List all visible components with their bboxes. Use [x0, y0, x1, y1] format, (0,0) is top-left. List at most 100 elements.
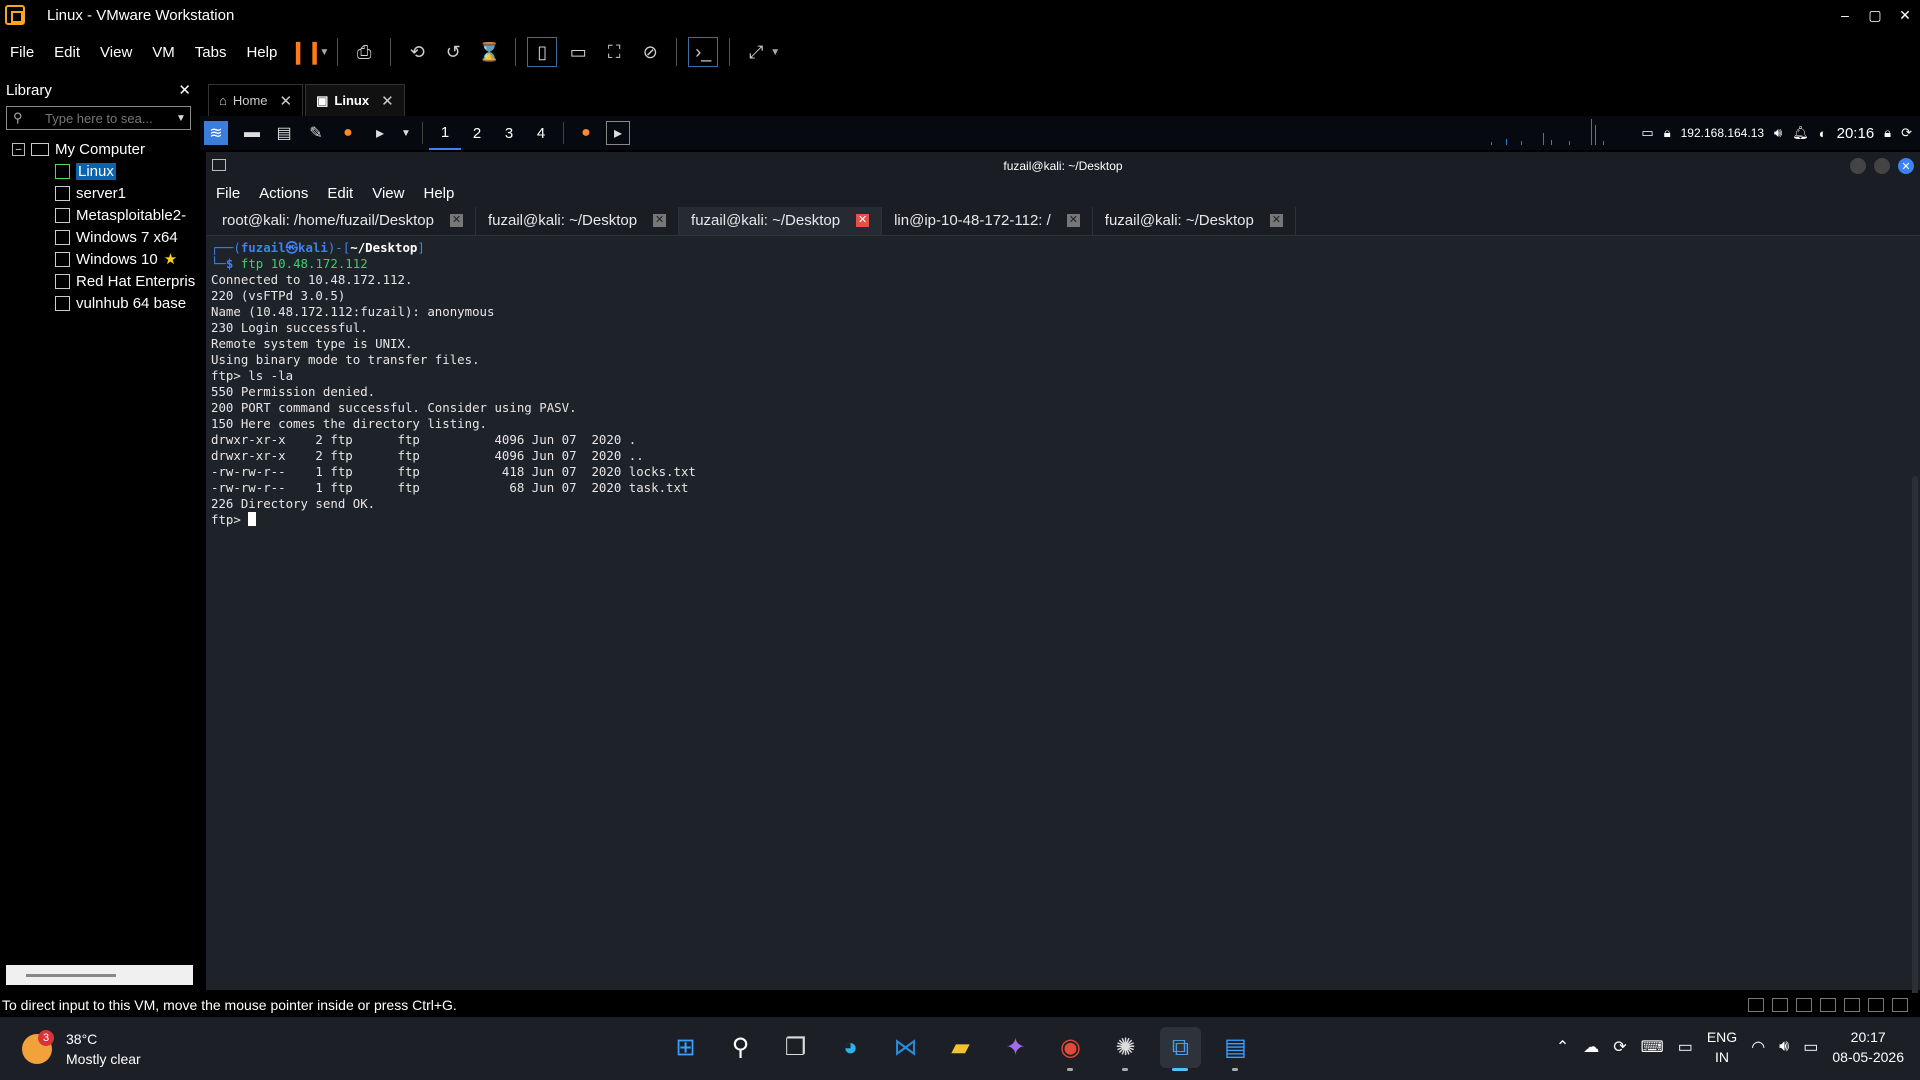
pause-dropdown-icon[interactable]: ▼ [319, 47, 329, 58]
tree-vm-server1[interactable]: server1 [12, 182, 197, 204]
close-tab-icon[interactable]: ✕ [653, 214, 667, 227]
close-tab-icon[interactable]: ✕ [856, 214, 870, 227]
printer-icon[interactable] [1868, 998, 1884, 1012]
menu-view[interactable]: View [372, 185, 404, 202]
menu-vm[interactable]: VM [142, 44, 185, 61]
close-tab-icon[interactable]: ✕ [381, 92, 394, 110]
menu-help[interactable]: Help [423, 185, 454, 202]
workspace-2[interactable]: 2 [461, 116, 493, 150]
text-editor-icon[interactable]: ✎ [304, 121, 328, 145]
kali-menu-icon[interactable]: ≋ [204, 121, 228, 145]
volume-icon[interactable]: 🔊︎ [1779, 1038, 1789, 1056]
send-ctrl-alt-del-icon[interactable]: ⎙ [349, 37, 379, 67]
snapshot-icon[interactable]: ⟲ [402, 37, 432, 67]
sound-card-icon[interactable] [1844, 998, 1860, 1012]
chevron-up-icon[interactable]: ⌃ [1556, 1037, 1569, 1057]
chevron-down-icon[interactable]: ▼ [400, 121, 412, 145]
menu-tabs[interactable]: Tabs [185, 44, 237, 61]
logout-icon[interactable]: ⟳ [1901, 125, 1912, 141]
network-adapter-icon[interactable] [1796, 998, 1812, 1012]
terminal-tab-remote[interactable]: lin@ip-10-48-172-112: / ✕ [882, 206, 1093, 235]
show-desktop-icon[interactable]: ▬ [240, 121, 264, 145]
show-library-icon[interactable]: ▯ [527, 37, 558, 67]
keyboard-icon[interactable]: ⌨ [1641, 1037, 1664, 1057]
maximize-button[interactable] [1874, 158, 1890, 174]
terminal-output[interactable]: ┌──(fuzail㉿kali)-[~/Desktop] └─$ ftp 10.… [206, 236, 1920, 1036]
full-screen-icon[interactable]: ⛶ [599, 37, 629, 67]
terminal-tab-root[interactable]: root@kali: /home/fuzail/Desktop ✕ [210, 206, 476, 235]
menu-actions[interactable]: Actions [259, 185, 308, 202]
firefox-icon[interactable]: ● [336, 121, 360, 145]
copilot-icon[interactable]: ✦ [995, 1027, 1036, 1068]
vmware-workstation-icon[interactable]: ⧉ [1160, 1027, 1201, 1071]
search-icon[interactable]: ⚲ [720, 1027, 761, 1068]
terminal-tab-5[interactable]: fuzail@kali: ~/Desktop ✕ [1093, 206, 1296, 235]
wifi-icon[interactable]: ◠ [1751, 1037, 1765, 1057]
lock-screen-icon[interactable]: 🔒︎ [1884, 125, 1891, 141]
workspace-3[interactable]: 3 [493, 116, 525, 150]
terminal-scrollbar[interactable] [1912, 476, 1918, 1036]
tree-vm-redhat[interactable]: Red Hat Enterpris [12, 270, 197, 292]
stretch-dropdown-icon[interactable]: ▼ [770, 47, 780, 58]
unity-icon[interactable]: ⊘ [635, 37, 665, 67]
terminal-tab-2[interactable]: fuzail@kali: ~/Desktop ✕ [476, 206, 680, 235]
revert-snapshot-icon[interactable]: ↺ [438, 37, 468, 67]
close-tab-icon[interactable]: ✕ [280, 92, 293, 110]
minimize-button[interactable]: – [1830, 0, 1860, 30]
cd-dvd-icon[interactable] [1772, 998, 1788, 1012]
firefox-window-icon[interactable]: ● [574, 121, 598, 145]
menu-view[interactable]: View [90, 44, 142, 61]
start-icon[interactable]: ⊞ [665, 1027, 706, 1068]
tree-vm-vulnhub[interactable]: vulnhub 64 base [12, 292, 197, 314]
workspace-4[interactable]: 4 [525, 116, 557, 150]
file-explorer-icon[interactable]: ▰ [940, 1027, 981, 1068]
close-tab-icon[interactable]: ✕ [1269, 214, 1283, 227]
notification-icon[interactable]: 🔔︎ [1792, 125, 1809, 141]
terminal-window-icon[interactable]: ▸ [606, 121, 630, 145]
clock[interactable]: 20:17 08-05-2026 [1832, 1027, 1904, 1067]
onedrive-icon[interactable]: ☁ [1583, 1037, 1599, 1057]
language-indicator[interactable]: ENG IN [1707, 1027, 1737, 1067]
menu-file[interactable]: File [216, 185, 240, 202]
terminal-tab-active[interactable]: fuzail@kali: ~/Desktop ✕ [679, 206, 883, 235]
task-view-icon[interactable]: ❐ [775, 1027, 816, 1068]
tree-vm-linux[interactable]: Linux [12, 160, 197, 182]
tree-vm-windows10[interactable]: Windows 10 ★ [12, 248, 197, 270]
file-manager-icon[interactable]: ▤ [272, 121, 296, 145]
hard-disk-icon[interactable] [1748, 998, 1764, 1012]
close-tab-icon[interactable]: ✕ [1066, 214, 1080, 227]
menu-help[interactable]: Help [236, 44, 287, 61]
maximize-button[interactable]: ▢ [1860, 0, 1890, 30]
console-view-icon[interactable]: ›_ [688, 37, 719, 67]
close-button[interactable]: ✕ [1898, 158, 1914, 174]
stretch-guest-icon[interactable]: ⤢ [741, 37, 771, 67]
panel-clock[interactable]: 20:16 [1837, 125, 1875, 142]
usb-icon[interactable] [1820, 998, 1836, 1012]
snapshot-manager-icon[interactable]: ⌛ [474, 37, 504, 67]
close-tab-icon[interactable]: ✕ [450, 214, 463, 227]
menu-edit[interactable]: Edit [44, 44, 90, 61]
tab-linux[interactable]: ▣ Linux ✕ [305, 84, 405, 116]
thumbnail-bar-icon[interactable]: ▭ [563, 37, 593, 67]
chrome-icon[interactable]: ◉ [1050, 1027, 1091, 1071]
vscode-icon[interactable]: ⋈ [885, 1027, 926, 1068]
display-icon[interactable] [1892, 998, 1908, 1012]
terminal-icon[interactable]: ▸ [368, 121, 392, 145]
chatgpt-icon[interactable]: ✺ [1105, 1027, 1146, 1071]
battery-icon[interactable]: ▭ [1803, 1037, 1818, 1057]
tree-vm-metasploitable2[interactable]: Metasploitable2- [12, 204, 197, 226]
menu-edit[interactable]: Edit [327, 185, 353, 202]
collapse-icon[interactable]: – [12, 142, 25, 156]
input-indicator-icon[interactable]: ▭ [1678, 1037, 1693, 1057]
display-icon[interactable]: ▭ [1641, 125, 1653, 141]
library-close-icon[interactable]: ✕ [178, 81, 191, 99]
tree-my-computer[interactable]: – My Computer [12, 138, 197, 160]
edge-icon[interactable]: ◕ [830, 1027, 871, 1068]
volume-icon[interactable]: 🔊︎ [1774, 125, 1782, 141]
tree-vm-windows7[interactable]: Windows 7 x64 [12, 226, 197, 248]
weather-widget[interactable]: 3 38°C Mostly clear [22, 1029, 141, 1069]
sync-icon[interactable]: ⟳ [1613, 1037, 1626, 1057]
notepad-icon[interactable]: ▤ [1215, 1027, 1256, 1071]
terminal-title-bar[interactable]: fuzail@kali: ~/Desktop ✕ [206, 152, 1920, 180]
tab-home[interactable]: ⌂ Home ✕ [208, 84, 304, 116]
